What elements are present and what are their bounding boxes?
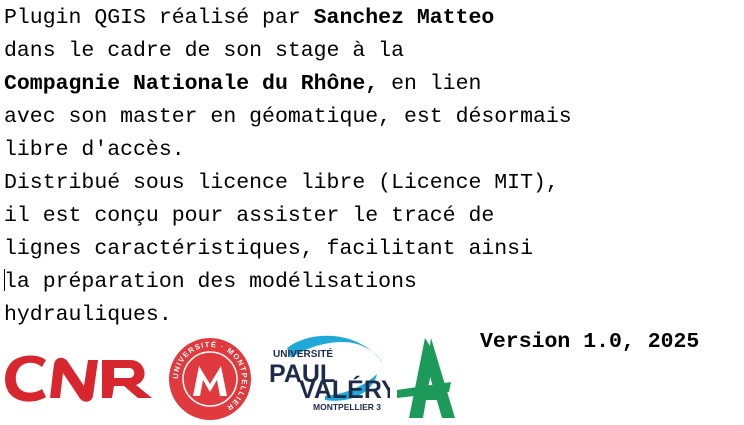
version-label: Version 1.0, 2025	[480, 330, 700, 354]
about-text: Plugin QGIS réalisé par Sanchez Matteo d…	[4, 2, 724, 332]
about-line-10: hydrauliques.	[4, 303, 172, 327]
paul-valery-logo: UNIVERSITÉ PAUL VALÉRY MONTPELLIER 3	[269, 335, 390, 412]
intro-text: Plugin QGIS réalisé par	[4, 6, 314, 30]
about-line-2: dans le cadre de son stage à la	[4, 39, 404, 63]
paul-valery-valery-text: VALÉRY	[299, 375, 390, 404]
company-name: Compagnie Nationale du Rhône,	[4, 72, 379, 96]
about-line-6: Distribué sous licence libre (Licence MI…	[4, 171, 559, 195]
universite-montpellier-logo: UNIVERSITÉ · MONTPELLIER	[169, 338, 251, 420]
about-line-1: Plugin QGIS réalisé par Sanchez Matteo	[4, 2, 724, 35]
about-line-8: lignes caractéristiques, facilitant ains…	[4, 237, 533, 261]
paul-valery-universite-text: UNIVERSITÉ	[273, 347, 333, 360]
paul-valery-montpellier-text: MONTPELLIER 3	[313, 402, 381, 412]
author-name: Sanchez Matteo	[313, 6, 495, 30]
about-line-9: la préparation des modélisations	[4, 266, 724, 299]
about-line-5: libre d'accès.	[4, 138, 185, 162]
green-a-logo	[397, 338, 455, 418]
about-line-7: il est conçu pour assister le tracé de	[4, 204, 495, 228]
about-line-4: avec son master en géomatique, est désor…	[4, 105, 572, 129]
about-line-3: Compagnie Nationale du Rhône, en lien	[4, 68, 724, 101]
cnr-logo	[5, 355, 152, 402]
about-line-9-text: la préparation des modélisations	[4, 270, 417, 294]
about-line-3-suffix: en lien	[378, 72, 482, 96]
